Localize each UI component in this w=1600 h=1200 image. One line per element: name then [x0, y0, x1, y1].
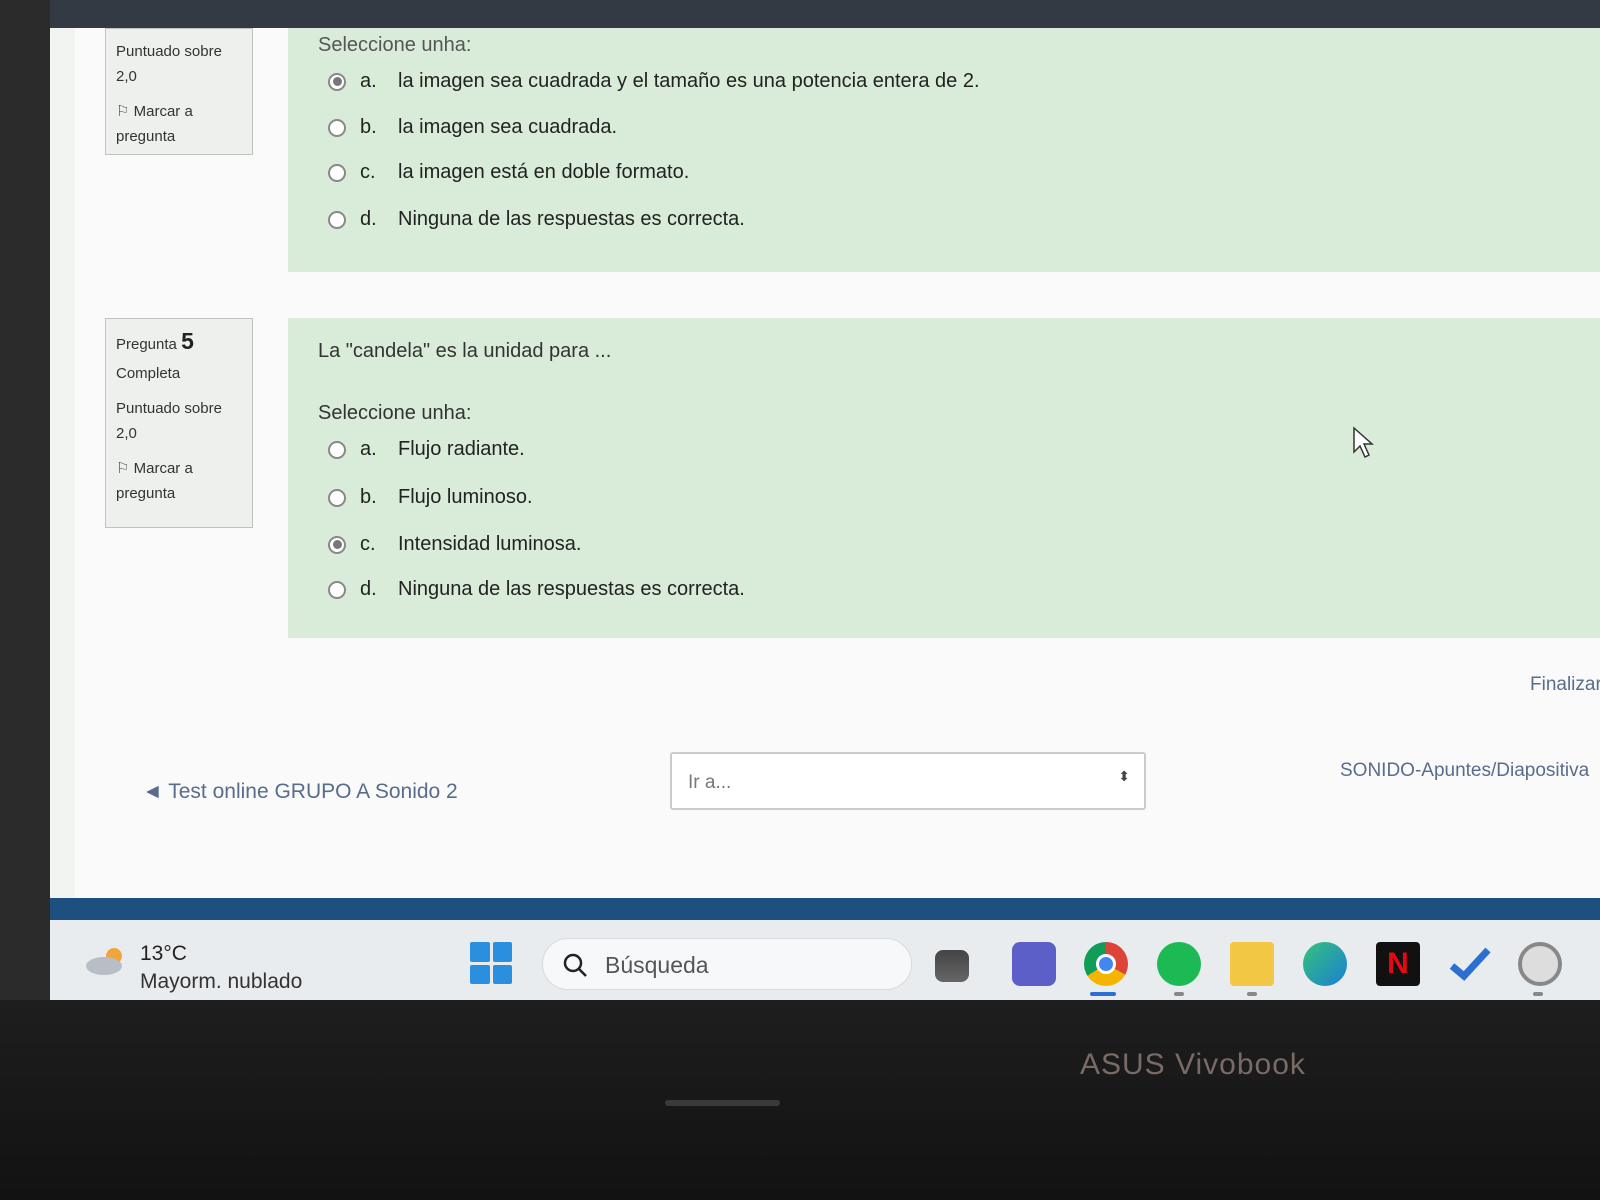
question-info-box-5: Pregunta 5 Completa Puntuado sobre 2,0 ⚐…	[105, 318, 253, 528]
todo-icon[interactable]	[1448, 942, 1492, 986]
file-manager-icon[interactable]	[935, 950, 969, 982]
option-text: la imagen sea cuadrada y el tamaño es un…	[398, 70, 980, 92]
select-prompt: Seleccione unha:	[318, 34, 472, 56]
edge-icon[interactable]	[1303, 942, 1347, 986]
laptop-bezel-bottom	[0, 1000, 1600, 1200]
answer-option-c[interactable]: c. Intensidad luminosa.	[328, 533, 581, 556]
laptop-hinge	[665, 1100, 780, 1106]
answer-option-a[interactable]: a. Flujo radiante.	[328, 438, 525, 461]
option-letter: a.	[360, 438, 377, 460]
answer-option-a[interactable]: a. la imagen sea cuadrada y el tamaño es…	[328, 70, 980, 93]
laptop-bezel-top	[0, 0, 1600, 30]
score-label: Puntuado sobre	[116, 43, 222, 60]
netflix-icon[interactable]: N	[1376, 942, 1420, 986]
answer-option-d[interactable]: d. Ninguna de las respuestas es correcta…	[328, 208, 745, 231]
weather-description[interactable]: Mayorm. nublado	[140, 970, 302, 994]
answer-option-b[interactable]: b. la imagen sea cuadrada.	[328, 116, 617, 139]
option-text: Ninguna de las respuestas es correcta.	[398, 208, 745, 230]
radio-button[interactable]	[328, 118, 346, 137]
option-letter: a.	[360, 70, 377, 92]
option-letter: c.	[360, 161, 376, 183]
chrome-icon[interactable]	[1084, 942, 1128, 986]
option-text: la imagen sea cuadrada.	[398, 116, 618, 138]
temperature[interactable]: 13°C	[140, 942, 187, 966]
start-tile	[492, 942, 512, 962]
checkmark-icon	[1449, 947, 1491, 981]
running-indicator	[1533, 992, 1543, 996]
radio-button[interactable]	[328, 163, 346, 182]
next-activity-link[interactable]: SONIDO-Apuntes/Diapositiva	[1340, 760, 1589, 782]
start-tile	[492, 964, 512, 984]
spotify-icon[interactable]	[1157, 942, 1201, 986]
radio-button[interactable]	[328, 488, 346, 507]
option-letter: c.	[360, 533, 376, 555]
question-text: La "candela" es la unidad para ...	[318, 340, 612, 362]
answer-option-c[interactable]: c. la imagen está en doble formato.	[328, 161, 689, 184]
start-tile	[470, 964, 490, 984]
option-letter: d.	[360, 208, 377, 230]
flag-icon: ⚐	[116, 103, 130, 120]
radio-button[interactable]	[328, 580, 346, 599]
score-label: Puntuado sobre	[116, 400, 222, 417]
taskbar-search[interactable]: Búsqueda	[542, 938, 912, 990]
search-icon	[563, 953, 587, 977]
radio-button[interactable]	[328, 72, 346, 91]
question-status: Completa	[116, 365, 181, 382]
option-letter: b.	[360, 116, 377, 138]
option-letter: d.	[360, 578, 377, 600]
flag-icon: ⚐	[116, 460, 130, 477]
laptop-brand-label: ASUS Vivobook	[1080, 1048, 1306, 1081]
flag-label: Marcar a	[133, 460, 193, 477]
start-tile	[470, 942, 490, 962]
radio-button[interactable]	[328, 210, 346, 229]
answer-option-b[interactable]: b. Flujo luminoso.	[328, 486, 533, 509]
flag-question-link[interactable]: ⚐ Marcar a pregunta	[116, 99, 242, 149]
select-prompt: Seleccione unha:	[318, 402, 472, 424]
search-placeholder: Búsqueda	[605, 952, 709, 978]
select-arrows-icon: ⬍	[1118, 768, 1130, 784]
question-number: 5	[181, 328, 194, 354]
answer-option-d[interactable]: d. Ninguna de las respuestas es correcta…	[328, 578, 745, 601]
option-text: Ninguna de las respuestas es correcta.	[398, 578, 745, 600]
option-letter: b.	[360, 486, 377, 508]
accent-bar	[50, 898, 1600, 920]
question-info-box-4: Puntuado sobre 2,0 ⚐ Marcar a pregunta	[105, 28, 253, 155]
screen: Puntuado sobre 2,0 ⚐ Marcar a pregunta S…	[50, 28, 1600, 1018]
cloudy-weather-icon[interactable]	[84, 944, 128, 978]
flag-label-2: pregunta	[116, 485, 176, 502]
flag-question-link[interactable]: ⚐ Marcar a pregunta	[116, 456, 242, 506]
score-value: 2,0	[116, 68, 137, 85]
previous-activity-link[interactable]: ◄ Test online GRUPO A Sonido 2	[142, 780, 458, 804]
question-panel-4: Seleccione unha: a. la imagen sea cuadra…	[288, 28, 1600, 272]
flag-label: Marcar a	[133, 103, 193, 120]
score-value: 2,0	[116, 425, 137, 442]
active-app-indicator	[1090, 992, 1116, 996]
jump-to-select[interactable]: Ir a... ⬍	[670, 752, 1146, 810]
flag-label-2: pregunta	[116, 128, 176, 145]
radio-button[interactable]	[328, 535, 346, 554]
radio-button[interactable]	[328, 440, 346, 459]
option-text: Intensidad luminosa.	[398, 533, 582, 555]
option-text: Flujo radiante.	[398, 438, 525, 460]
running-indicator	[1247, 992, 1257, 996]
question-panel-5: La "candela" es la unidad para ... Selec…	[288, 318, 1600, 638]
folder-icon[interactable]	[1230, 942, 1274, 986]
option-text: Flujo luminoso.	[398, 486, 533, 508]
jump-placeholder: Ir a...	[688, 772, 732, 793]
finish-attempt-link[interactable]: Finalizar	[1530, 674, 1600, 696]
question-label: Pregunta	[116, 336, 177, 353]
option-text: la imagen está en doble formato.	[398, 161, 690, 183]
clock-icon[interactable]	[1518, 942, 1562, 986]
running-indicator	[1174, 992, 1184, 996]
teams-icon[interactable]	[1012, 942, 1056, 986]
mouse-cursor-icon	[1353, 426, 1374, 459]
start-button[interactable]	[470, 942, 512, 984]
chrome-center	[1096, 954, 1116, 974]
